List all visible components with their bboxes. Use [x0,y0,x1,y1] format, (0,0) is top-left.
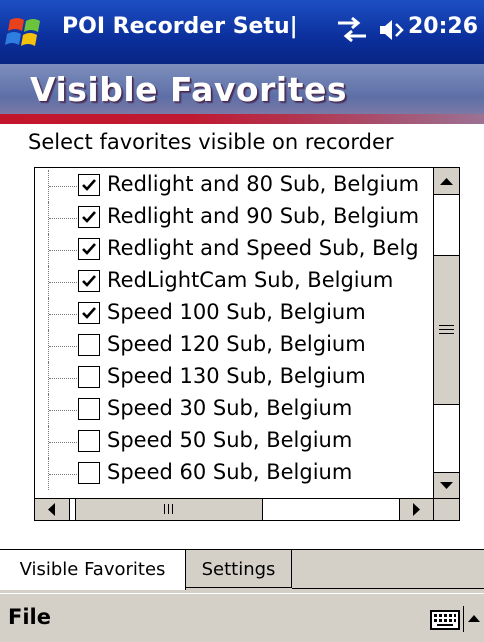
arrow-down-icon [440,482,453,489]
file-menu[interactable]: File [8,605,51,629]
favorite-label: Speed 120 Sub, Belgium [107,332,366,356]
input-panel-arrow-icon[interactable] [462,604,482,634]
scroll-corner [433,498,459,520]
arrow-left-icon [48,503,55,516]
tree-connector [49,218,77,219]
favorite-item[interactable]: Speed 130 Sub, Belgium [35,362,433,394]
arrow-right-icon [413,503,420,516]
keyboard-icon[interactable] [430,609,460,631]
favorite-checkbox[interactable] [78,366,100,388]
favorite-label: Speed 30 Sub, Belgium [107,396,353,420]
favorite-checkbox[interactable] [78,270,100,292]
speaker-icon[interactable] [378,14,406,46]
favorite-checkbox[interactable] [78,462,100,484]
favorites-list: Redlight and 80 Sub, Belgium Redlight and… [35,168,433,498]
favorite-checkbox[interactable] [78,174,100,196]
tab-visible-favorites[interactable]: Visible Favorites [0,550,186,590]
favorite-checkbox[interactable] [78,302,100,324]
favorite-item[interactable]: Speed 60 Sub, Belgium [35,458,433,490]
windows-start-icon[interactable] [4,12,48,54]
favorite-label: Speed 60 Sub, Belgium [107,460,353,484]
favorite-item[interactable]: Speed 120 Sub, Belgium [35,330,433,362]
tree-connector [49,378,77,379]
tree-connector [49,410,77,411]
favorite-label: Redlight and 90 Sub, Belgium [107,204,420,228]
app-title: POI Recorder Setu| [62,14,298,39]
tree-connector [49,282,77,283]
scroll-right-button[interactable] [399,499,434,520]
favorite-label: RedLightCam Sub, Belgium [107,268,394,292]
scroll-down-button[interactable] [434,472,459,499]
favorite-item[interactable]: Redlight and 80 Sub, Belgium [35,170,433,202]
favorites-tree[interactable]: Redlight and 80 Sub, Belgium Redlight and… [34,167,460,521]
tab-bar-line [292,588,484,589]
grip-icon [164,504,173,514]
favorite-item[interactable]: Speed 100 Sub, Belgium [35,298,433,330]
tree-connector [49,314,77,315]
header-stripe [0,114,484,124]
favorite-checkbox[interactable] [78,206,100,228]
horizontal-scrollbar[interactable] [35,498,434,520]
favorite-checkbox[interactable] [78,334,100,356]
favorite-checkbox[interactable] [78,238,100,260]
favorite-label: Redlight and Speed Sub, Belg [107,236,419,260]
favorite-item[interactable]: Speed 30 Sub, Belgium [35,394,433,426]
tree-connector [49,442,77,443]
tree-connector [49,186,77,187]
tree-connector [49,346,77,347]
page-header: Visible Favorites [0,64,484,124]
favorite-label: Redlight and 80 Sub, Belgium [107,172,420,196]
tree-connector [49,474,77,475]
grip-line [439,333,454,334]
favorite-checkbox[interactable] [78,398,100,420]
check-icon [82,179,96,191]
vertical-scroll-thumb[interactable] [434,255,459,405]
tab-bar: Visible Favorites Settings [0,549,484,594]
vertical-scrollbar[interactable] [433,168,459,499]
check-icon [82,211,96,223]
title-bar: POI Recorder Setu| 20:26 [0,0,484,64]
clock[interactable]: 20:26 [408,14,478,39]
favorite-label: Speed 50 Sub, Belgium [107,428,353,452]
favorite-label: Speed 130 Sub, Belgium [107,364,366,388]
horizontal-scroll-thumb[interactable] [75,499,263,520]
instruction-text: Select favorites visible on recorder [28,130,394,154]
favorite-checkbox[interactable] [78,430,100,452]
scroll-up-button[interactable] [434,168,459,195]
grip-line [439,329,454,330]
tab-settings[interactable]: Settings [186,550,292,588]
check-icon [82,275,96,287]
scroll-left-button[interactable] [35,499,70,520]
favorite-item[interactable]: RedLightCam Sub, Belgium [35,266,433,298]
favorite-item[interactable]: Redlight and Speed Sub, Belg [35,234,433,266]
page-title: Visible Favorites [30,70,347,109]
check-icon [82,307,96,319]
favorite-item[interactable]: Redlight and 90 Sub, Belgium [35,202,433,234]
arrow-up-icon [440,178,453,185]
favorite-item[interactable]: Speed 50 Sub, Belgium [35,426,433,458]
check-icon [82,243,96,255]
connectivity-icon[interactable] [334,14,370,46]
grip-line [439,325,454,326]
menu-bar: File [0,593,484,642]
favorite-label: Speed 100 Sub, Belgium [107,300,366,324]
tree-connector [49,250,77,251]
